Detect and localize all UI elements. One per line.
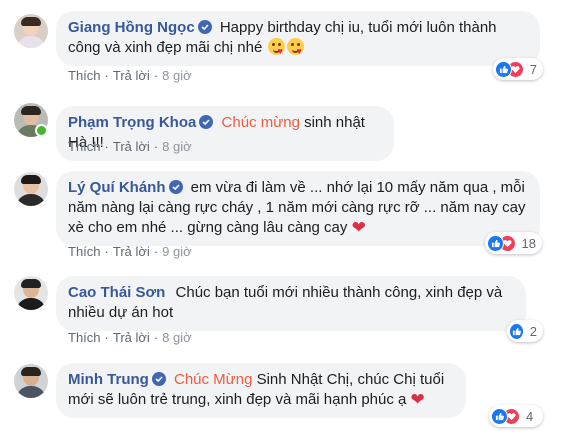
like-reaction-icon xyxy=(487,234,504,252)
reaction-summary[interactable]: 2 xyxy=(507,320,543,342)
avatar[interactable] xyxy=(14,103,48,137)
commenter-name[interactable]: Lý Quí Khánh xyxy=(68,179,166,196)
comment-bubble: Lý Quí Khánh em vừa đi làm về ... nhớ lạ… xyxy=(56,171,540,246)
commenter-name[interactable]: Giang Hồng Ngọc xyxy=(68,19,195,36)
reaction-count: 2 xyxy=(529,323,537,339)
avatar[interactable] xyxy=(14,364,48,398)
face-blowing-kiss-emoji-icon: ♥ xyxy=(287,38,305,56)
like-link[interactable]: Thích xyxy=(68,330,101,345)
commenter-name[interactable]: Cao Thái Sơn xyxy=(68,284,165,301)
comment-time[interactable]: 8 giờ xyxy=(162,139,192,154)
reaction-summary[interactable]: 4 xyxy=(489,405,543,427)
online-status-icon xyxy=(35,124,48,137)
avatar[interactable] xyxy=(14,14,48,48)
reaction-count: 7 xyxy=(529,61,537,77)
reaction-summary[interactable]: 18 xyxy=(485,232,542,254)
like-link[interactable]: Thích xyxy=(68,68,101,83)
comment-actions: Thích · Trả lời · 8 giờ xyxy=(68,139,192,154)
comment-actions: Thích · Trả lời · 8 giờ xyxy=(68,330,192,345)
reply-link[interactable]: Trả lời xyxy=(113,330,150,345)
avatar[interactable] xyxy=(14,276,48,310)
like-link[interactable]: Thích xyxy=(68,139,101,154)
comment-time[interactable]: 8 giờ xyxy=(162,330,192,345)
red-heart-emoji-icon: ❤ xyxy=(351,218,366,237)
verified-badge-icon xyxy=(151,372,166,386)
highlighted-text: Chúc mừng xyxy=(221,114,300,131)
comment-time[interactable]: 9 giờ xyxy=(162,244,192,259)
comment-actions: Thích · Trả lời · 9 giờ xyxy=(68,244,192,259)
reply-link[interactable]: Trả lời xyxy=(113,68,150,83)
comment-bubble: Minh Trung Chúc Mừng Sinh Nhật Chị, chúc… xyxy=(56,363,466,418)
like-reaction-icon xyxy=(509,322,524,340)
verified-badge-icon xyxy=(197,20,212,34)
reaction-count: 18 xyxy=(521,235,536,251)
avatar[interactable] xyxy=(14,172,48,206)
comment-actions: Thích · Trả lời · 8 giờ xyxy=(68,68,192,83)
reply-link[interactable]: Trả lời xyxy=(113,244,150,259)
like-reaction-icon xyxy=(495,60,512,78)
highlighted-text: Chúc Mừng xyxy=(174,371,253,388)
comment-time[interactable]: 8 giờ xyxy=(162,68,192,83)
verified-badge-icon xyxy=(199,115,214,129)
like-link[interactable]: Thích xyxy=(68,244,101,259)
reply-link[interactable]: Trả lời xyxy=(113,139,150,154)
commenter-name[interactable]: Phạm Trọng Khoa xyxy=(68,114,196,131)
commenter-name[interactable]: Minh Trung xyxy=(68,371,149,388)
verified-badge-icon xyxy=(168,180,183,194)
like-reaction-icon xyxy=(491,407,508,425)
smiling-face-with-hearts-emoji-icon: ♥ xyxy=(268,38,286,56)
comment-bubble: Giang Hồng Ngọc Happy birthday chị iu, t… xyxy=(56,11,540,66)
red-heart-emoji-icon: ❤ xyxy=(410,390,425,409)
reaction-count: 4 xyxy=(526,408,534,424)
comment-bubble: Cao Thái Sơn Chúc bạn tuổi mới nhiều thà… xyxy=(56,276,526,331)
reaction-summary[interactable]: 7 xyxy=(493,58,543,80)
